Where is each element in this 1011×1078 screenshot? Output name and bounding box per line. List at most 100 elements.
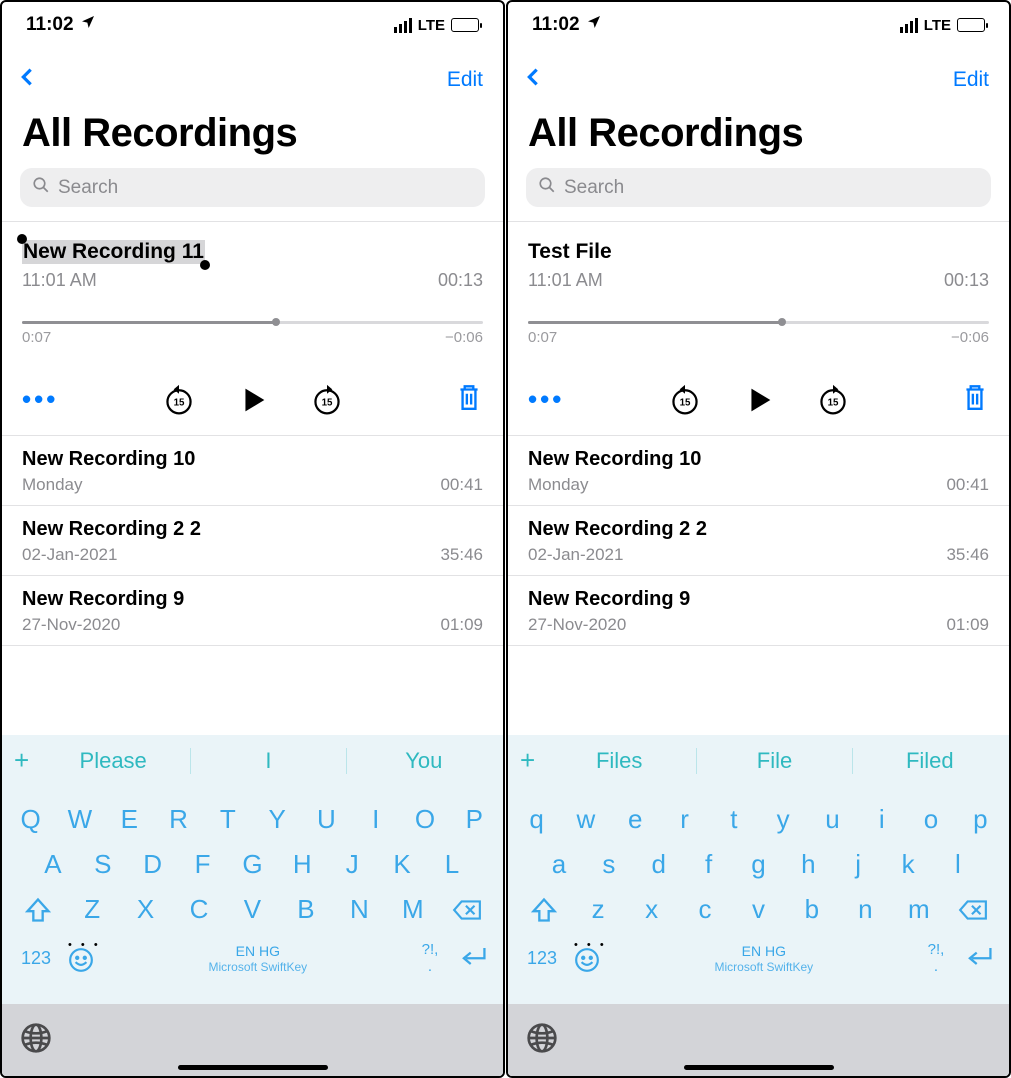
key[interactable]: J <box>331 849 373 880</box>
suggestion[interactable]: Please <box>46 748 180 774</box>
key[interactable]: M <box>392 894 434 925</box>
keyboard[interactable]: + Files File Filed qwertyuiop asdfghjkl … <box>508 735 1009 1076</box>
numbers-key[interactable]: 123 <box>16 948 56 969</box>
delete-button[interactable] <box>961 382 989 417</box>
expanded-recording[interactable]: Test File 11:01 AM 00:13 0:07 −0:06 ••• … <box>508 222 1009 436</box>
globe-icon[interactable] <box>526 1022 558 1059</box>
key[interactable]: C <box>178 894 220 925</box>
key[interactable]: O <box>404 804 446 835</box>
return-key[interactable] <box>963 942 995 975</box>
list-item[interactable]: New Recording 2 2 02-Jan-202135:46 <box>2 506 503 576</box>
key[interactable]: g <box>737 849 779 880</box>
key[interactable]: x <box>631 894 673 925</box>
delete-button[interactable] <box>455 382 483 417</box>
key[interactable]: X <box>125 894 167 925</box>
suggestion[interactable]: You <box>357 748 491 774</box>
key[interactable]: a <box>538 849 580 880</box>
search-field[interactable]: Search <box>526 168 991 207</box>
key[interactable]: d <box>638 849 680 880</box>
rewind-15-icon[interactable]: 15 <box>161 382 197 418</box>
key[interactable]: l <box>937 849 979 880</box>
edit-button[interactable]: Edit <box>953 68 989 92</box>
key[interactable]: r <box>664 804 706 835</box>
key[interactable]: K <box>381 849 423 880</box>
list-item[interactable]: New Recording 2 2 02-Jan-202135:46 <box>508 506 1009 576</box>
playback-slider[interactable] <box>528 319 989 325</box>
key[interactable]: W <box>59 804 101 835</box>
expanded-recording[interactable]: New Recording 11 11:01 AM 00:13 0:07 −0:… <box>2 222 503 436</box>
key[interactable]: b <box>791 894 833 925</box>
punctuation-key[interactable]: ?!,. <box>921 942 951 975</box>
backspace-key[interactable] <box>951 896 995 924</box>
key[interactable]: S <box>82 849 124 880</box>
key[interactable]: p <box>959 804 1001 835</box>
key[interactable]: e <box>614 804 656 835</box>
key[interactable]: n <box>844 894 886 925</box>
key[interactable]: u <box>811 804 853 835</box>
key[interactable]: B <box>285 894 327 925</box>
key[interactable]: A <box>32 849 74 880</box>
key[interactable]: T <box>207 804 249 835</box>
key[interactable]: j <box>837 849 879 880</box>
key[interactable]: L <box>431 849 473 880</box>
back-button[interactable] <box>16 62 38 97</box>
home-indicator[interactable] <box>684 1065 834 1070</box>
home-indicator[interactable] <box>178 1065 328 1070</box>
list-item[interactable]: New Recording 10 Monday00:41 <box>2 436 503 506</box>
rewind-15-icon[interactable]: 15 <box>667 382 703 418</box>
key[interactable]: c <box>684 894 726 925</box>
edit-button[interactable]: Edit <box>447 68 483 92</box>
shift-key[interactable] <box>522 896 566 924</box>
suggestion[interactable]: File <box>707 748 841 774</box>
key[interactable]: h <box>787 849 829 880</box>
key[interactable]: v <box>737 894 779 925</box>
key[interactable]: H <box>281 849 323 880</box>
key[interactable]: D <box>132 849 174 880</box>
key[interactable]: q <box>516 804 558 835</box>
key[interactable]: w <box>565 804 607 835</box>
list-item[interactable]: New Recording 10 Monday00:41 <box>508 436 1009 506</box>
key[interactable]: U <box>305 804 347 835</box>
key[interactable]: V <box>231 894 273 925</box>
playback-slider[interactable] <box>22 319 483 325</box>
punctuation-key[interactable]: ?!,. <box>415 942 445 975</box>
suggestion[interactable]: I <box>201 748 335 774</box>
more-button[interactable]: ••• <box>528 384 564 415</box>
forward-15-icon[interactable]: 15 <box>815 382 851 418</box>
key[interactable]: E <box>108 804 150 835</box>
search-field[interactable]: Search <box>20 168 485 207</box>
key[interactable]: z <box>577 894 619 925</box>
back-button[interactable] <box>522 62 544 97</box>
globe-icon[interactable] <box>20 1022 52 1059</box>
spacebar[interactable]: EN HG Microsoft SwiftKey <box>113 942 403 976</box>
key[interactable]: Q <box>10 804 52 835</box>
play-button[interactable] <box>741 382 777 418</box>
recording-name-input[interactable]: Test File <box>528 240 612 263</box>
suggestion-add-icon[interactable]: + <box>520 745 542 776</box>
more-button[interactable]: ••• <box>22 384 58 415</box>
list-item[interactable]: New Recording 9 27-Nov-202001:09 <box>508 576 1009 646</box>
recording-name-input[interactable]: New Recording 11 <box>22 240 205 264</box>
key[interactable]: Z <box>71 894 113 925</box>
key[interactable]: y <box>762 804 804 835</box>
backspace-key[interactable] <box>445 896 489 924</box>
key[interactable]: N <box>338 894 380 925</box>
return-key[interactable] <box>457 942 489 975</box>
suggestion[interactable]: Files <box>552 748 686 774</box>
key[interactable]: F <box>182 849 224 880</box>
key[interactable]: o <box>910 804 952 835</box>
play-button[interactable] <box>235 382 271 418</box>
key[interactable]: P <box>453 804 495 835</box>
key[interactable]: s <box>588 849 630 880</box>
key[interactable]: m <box>898 894 940 925</box>
key[interactable]: i <box>861 804 903 835</box>
keyboard[interactable]: + Please I You QWERTYUIOP ASDFGHJKL ZXCV… <box>2 735 503 1076</box>
forward-15-icon[interactable]: 15 <box>309 382 345 418</box>
key[interactable]: I <box>355 804 397 835</box>
key[interactable]: t <box>713 804 755 835</box>
key[interactable]: R <box>158 804 200 835</box>
suggestion-add-icon[interactable]: + <box>14 745 36 776</box>
key[interactable]: f <box>688 849 730 880</box>
shift-key[interactable] <box>16 896 60 924</box>
numbers-key[interactable]: 123 <box>522 948 562 969</box>
